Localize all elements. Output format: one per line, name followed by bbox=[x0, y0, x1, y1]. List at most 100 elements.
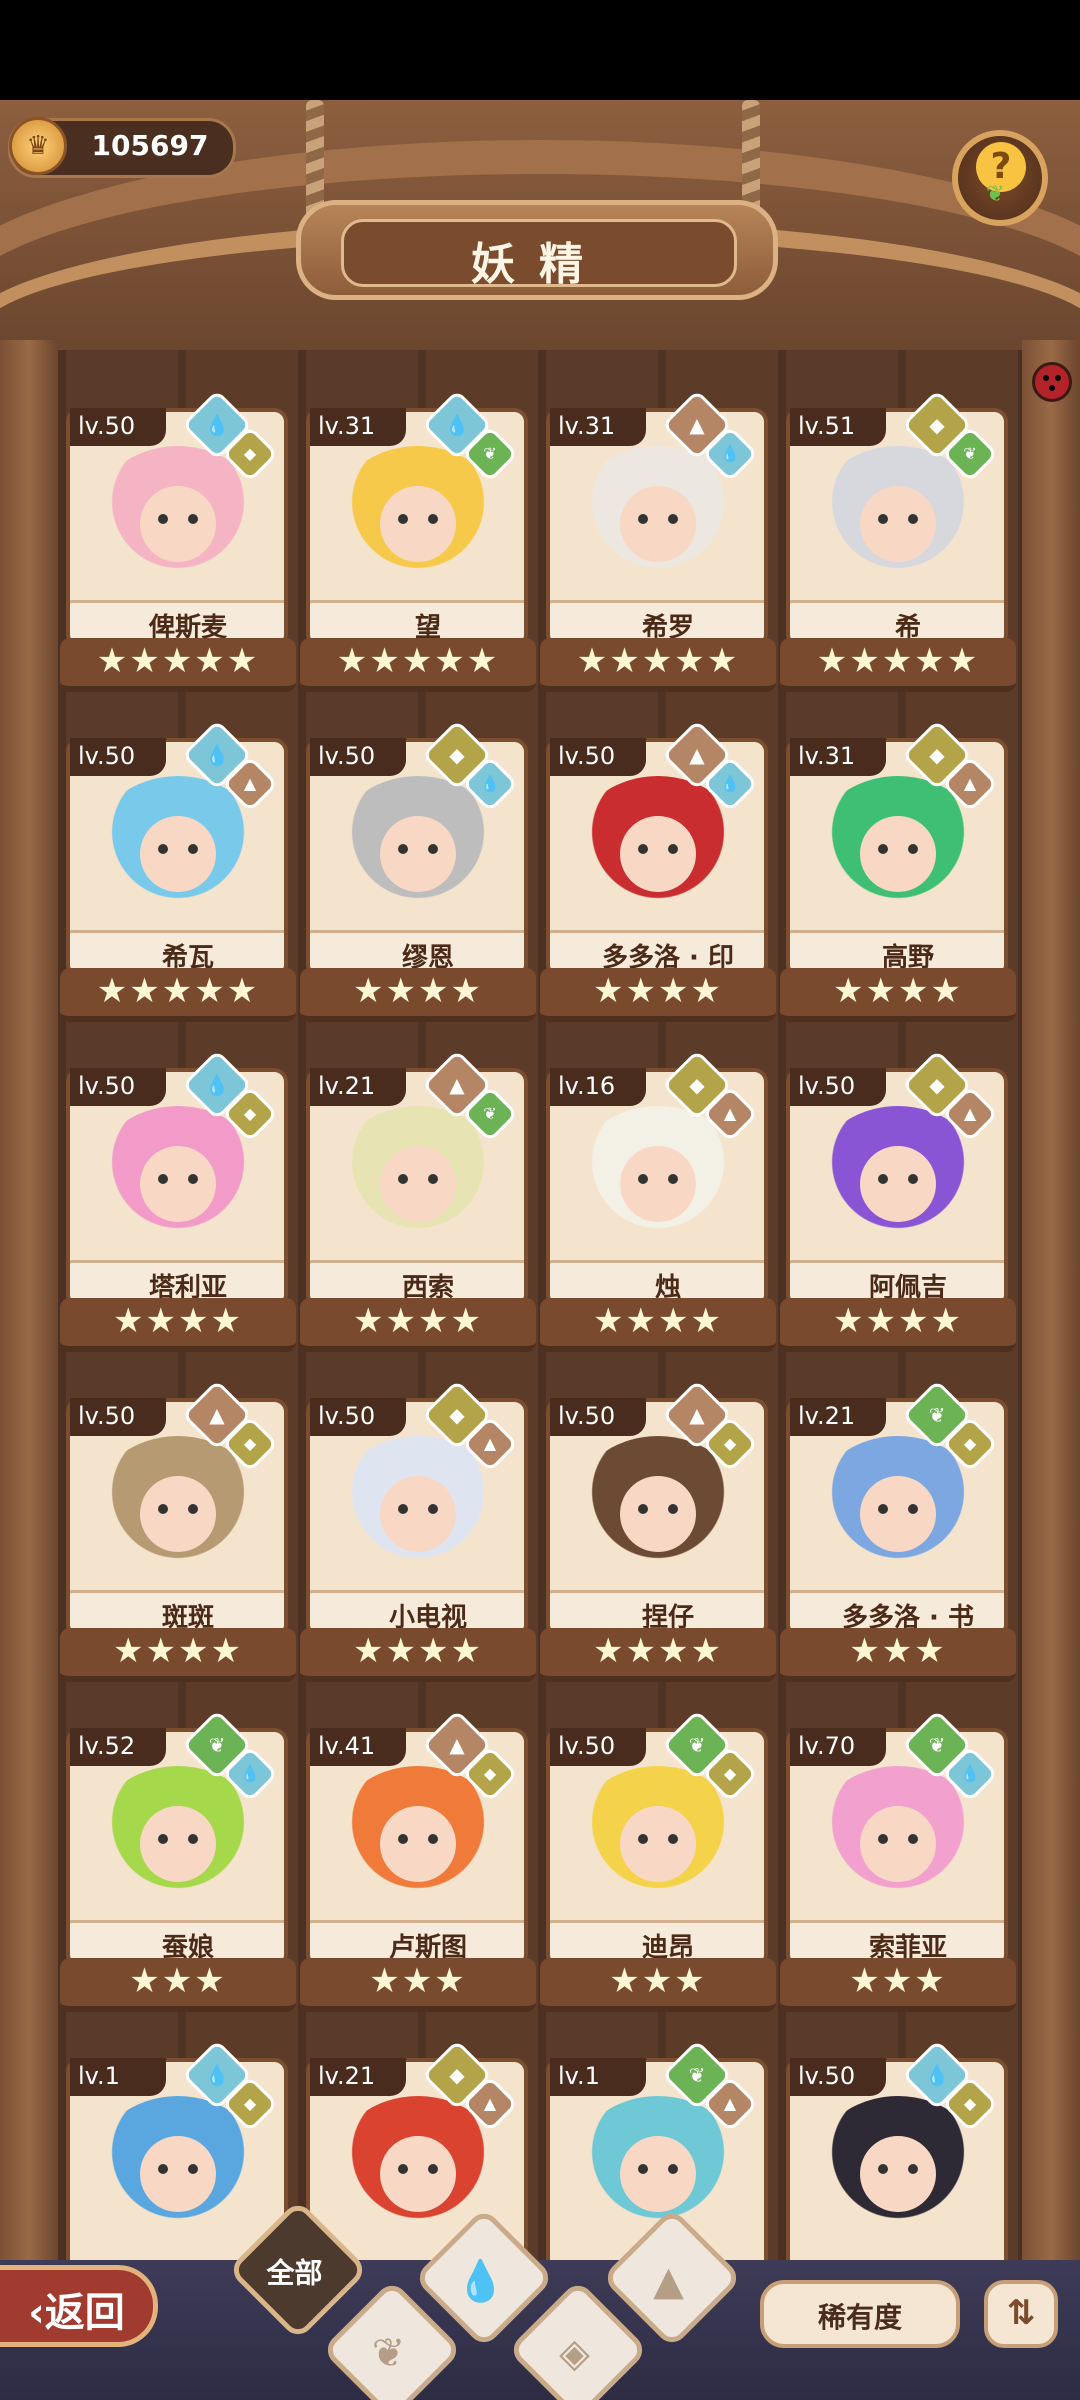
level-tag: lv.51 bbox=[790, 408, 886, 446]
fairy-card[interactable]: 俾斯麦 lv.50 💧 ◆ ★★★★★ bbox=[60, 389, 296, 700]
stars: ★★★★ bbox=[353, 971, 483, 1011]
currency-value: 105697 bbox=[91, 129, 209, 162]
page-title: 妖精 bbox=[471, 239, 607, 290]
stars: ★★★★★ bbox=[816, 641, 980, 681]
stars: ★★★★ bbox=[593, 1301, 723, 1341]
star-rating: ★★★★ bbox=[780, 968, 1016, 1022]
level-tag: lv.50 bbox=[790, 2058, 886, 2096]
star-rating: ★★★★ bbox=[540, 1298, 776, 1352]
fairy-card[interactable]: 蚕娘 lv.52 ❦ 💧 ★★★ bbox=[60, 1709, 296, 2020]
level-tag: lv.41 bbox=[310, 1728, 406, 1766]
stars: ★★★★ bbox=[353, 1631, 483, 1671]
stars: ★★★ bbox=[849, 1961, 947, 2001]
star-rating: ★★★ bbox=[780, 1628, 1016, 1682]
water-drop-icon: 💧 bbox=[455, 2258, 506, 2305]
sort-order-icon[interactable]: ⇅ bbox=[984, 2280, 1058, 2348]
stars: ★★★ bbox=[609, 1961, 707, 2001]
stars: ★★★ bbox=[129, 1961, 227, 2001]
star-rating: ★★★★ bbox=[540, 968, 776, 1022]
level-tag: lv.50 bbox=[550, 738, 646, 776]
fairy-card[interactable]: 捏仔 lv.50 ▲ ◆ ★★★★ bbox=[540, 1379, 776, 1690]
level-tag: lv.50 bbox=[310, 1398, 406, 1436]
level-tag: lv.52 bbox=[70, 1728, 166, 1766]
level-tag: lv.50 bbox=[70, 1398, 166, 1436]
fairy-card[interactable]: 多多洛 · 印 lv.50 ▲ 💧 ★★★★ bbox=[540, 719, 776, 1030]
star-rating: ★★★★ bbox=[60, 1298, 296, 1352]
fairy-card[interactable]: 望 lv.31 💧 ❦ ★★★★★ bbox=[300, 389, 536, 700]
stars: ★★★★ bbox=[353, 1301, 483, 1341]
stars: ★★★★ bbox=[113, 1301, 243, 1341]
sort-rarity-button[interactable]: 稀有度 bbox=[760, 2280, 960, 2348]
stars: ★★★★ bbox=[833, 1301, 963, 1341]
left-frame bbox=[0, 340, 58, 2340]
fairy-card[interactable]: 阿佩吉 lv.50 ◆ ▲ ★★★★ bbox=[780, 1049, 1016, 1360]
star-rating: ★★★★★ bbox=[540, 638, 776, 692]
sort-rarity-label: 稀有度 bbox=[817, 2301, 902, 2334]
stars: ★★★★ bbox=[113, 1631, 243, 1671]
star-rating: ★★★★★ bbox=[300, 638, 536, 692]
level-tag: lv.31 bbox=[310, 408, 406, 446]
level-tag: lv.21 bbox=[310, 1068, 406, 1106]
level-tag: lv.50 bbox=[550, 1398, 646, 1436]
level-tag: lv.31 bbox=[790, 738, 886, 776]
sprout-icon: ❦ bbox=[371, 2330, 406, 2377]
title-sign: 妖精 bbox=[296, 200, 778, 300]
fairy-card[interactable]: 希罗 lv.31 ▲ 💧 ★★★★★ bbox=[540, 389, 776, 700]
level-tag: lv.50 bbox=[310, 738, 406, 776]
star-rating: ★★★★ bbox=[300, 968, 536, 1022]
leaf-icon: ❦ bbox=[986, 182, 1005, 207]
level-tag: lv.21 bbox=[790, 1398, 886, 1436]
fairy-card[interactable]: 迪昂 lv.50 ❦ ◆ ★★★ bbox=[540, 1709, 776, 2020]
fairy-card[interactable]: 西索 lv.21 ▲ ❦ ★★★★ bbox=[300, 1049, 536, 1360]
stars: ★★★★★ bbox=[336, 641, 500, 681]
level-tag: lv.1 bbox=[550, 2058, 646, 2096]
fairy-card[interactable]: 希瓦 lv.50 💧 ▲ ★★★★★ bbox=[60, 719, 296, 1030]
star-rating: ★★★★ bbox=[60, 1628, 296, 1682]
star-rating: ★★★★★ bbox=[60, 638, 296, 692]
mountain-icon: ▲ bbox=[653, 2258, 684, 2305]
level-tag: lv.31 bbox=[550, 408, 646, 446]
stars: ★★★ bbox=[369, 1961, 467, 2001]
star-rating: ★★★ bbox=[60, 1958, 296, 2012]
stars: ★★★★★ bbox=[576, 641, 740, 681]
level-tag: lv.1 bbox=[70, 2058, 166, 2096]
filter-all-label: 全部 bbox=[266, 2256, 323, 2290]
star-rating: ★★★★★ bbox=[60, 968, 296, 1022]
fairy-card[interactable]: 卢斯图 lv.41 ▲ ◆ ★★★ bbox=[300, 1709, 536, 2020]
fairy-card[interactable]: 烛 lv.16 ◆ ▲ ★★★★ bbox=[540, 1049, 776, 1360]
ladybug-icon[interactable] bbox=[1032, 362, 1072, 402]
fairy-card[interactable]: 高野 lv.31 ◆ ▲ ★★★★ bbox=[780, 719, 1016, 1030]
earth-icon: ◈ bbox=[559, 2330, 590, 2377]
star-rating: ★★★ bbox=[540, 1958, 776, 2012]
fairy-card[interactable]: 希 lv.51 ◆ ❦ ★★★★★ bbox=[780, 389, 1016, 700]
level-tag: lv.50 bbox=[70, 738, 166, 776]
fairy-card[interactable]: 多多洛 · 书 lv.21 ❦ ◆ ★★★ bbox=[780, 1379, 1016, 1690]
fairy-card[interactable]: 塔利亚 lv.50 💧 ◆ ★★★★ bbox=[60, 1049, 296, 1360]
stars: ★★★★ bbox=[593, 1631, 723, 1671]
star-rating: ★★★★ bbox=[780, 1298, 1016, 1352]
back-button[interactable]: ‹返回 bbox=[0, 2265, 158, 2347]
star-rating: ★★★ bbox=[300, 1958, 536, 2012]
currency-display: ♛ 105697 bbox=[8, 117, 236, 178]
level-tag: lv.70 bbox=[790, 1728, 886, 1766]
help-button[interactable]: ? ❦ bbox=[952, 130, 1048, 226]
stars: ★★★★★ bbox=[96, 641, 260, 681]
stars: ★★★★ bbox=[593, 971, 723, 1011]
stars: ★★★ bbox=[849, 1631, 947, 1671]
chevron-left-icon: ‹ bbox=[28, 2290, 45, 2336]
stars: ★★★★ bbox=[833, 971, 963, 1011]
level-tag: lv.50 bbox=[70, 1068, 166, 1106]
level-tag: lv.21 bbox=[310, 2058, 406, 2096]
fairy-card[interactable]: 小电视 lv.50 ◆ ▲ ★★★★ bbox=[300, 1379, 536, 1690]
star-rating: ★★★★ bbox=[300, 1298, 536, 1352]
back-button-label: ‹返回 bbox=[28, 2290, 125, 2336]
fairy-collection-screen: ♛ 105697 ? ❦ 妖精 俾斯麦 lv.50 💧 ◆ ★★★★★ 望 lv.31 💧 ❦ ★… bbox=[0, 100, 1080, 2400]
fairy-card[interactable]: 索菲亚 lv.70 ❦ 💧 ★★★ bbox=[780, 1709, 1016, 2020]
fairy-card[interactable]: 斑斑 lv.50 ▲ ◆ ★★★★ bbox=[60, 1379, 296, 1690]
star-rating: ★★★★ bbox=[300, 1628, 536, 1682]
level-tag: lv.50 bbox=[790, 1068, 886, 1106]
right-frame bbox=[1022, 340, 1080, 2340]
star-rating: ★★★ bbox=[780, 1958, 1016, 2012]
level-tag: lv.50 bbox=[70, 408, 166, 446]
fairy-card[interactable]: 缪恩 lv.50 ◆ 💧 ★★★★ bbox=[300, 719, 536, 1030]
